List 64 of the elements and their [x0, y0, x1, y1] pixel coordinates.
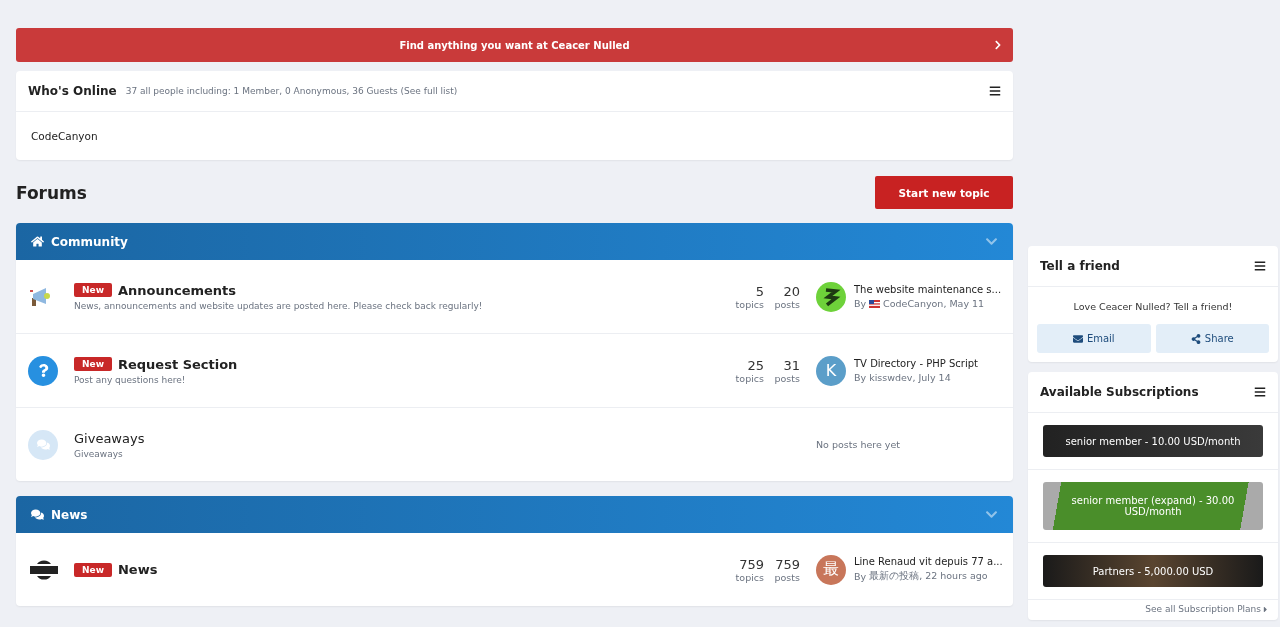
new-badge: New	[74, 357, 112, 371]
question-icon	[28, 355, 58, 386]
comments-icon	[31, 508, 44, 521]
flag-icon	[869, 299, 881, 308]
email-button[interactable]: Email	[1037, 324, 1151, 353]
new-badge: New	[74, 283, 112, 297]
card-title: Tell a friend	[1040, 259, 1120, 273]
card-title: Available Subscriptions	[1040, 385, 1199, 399]
last-post-meta[interactable]: CodeCanyon, May 11	[883, 298, 985, 309]
page-title: Forums	[16, 182, 87, 203]
category-header[interactable]: News	[16, 496, 1013, 533]
by-label: By	[854, 372, 867, 383]
topic-count: 759	[739, 556, 764, 572]
empty-note: No posts here yet	[816, 439, 902, 450]
menu-icon[interactable]	[989, 85, 1001, 97]
forum-description: Post any questions here!	[74, 374, 187, 385]
post-count: 759	[775, 556, 800, 572]
email-icon	[1072, 333, 1083, 344]
forum-title[interactable]: Announcements	[117, 282, 237, 298]
menu-icon[interactable]	[1254, 386, 1266, 398]
avatar-icon[interactable]	[816, 281, 846, 312]
menu-icon[interactable]	[1254, 260, 1266, 272]
caret-right-icon	[1261, 604, 1270, 614]
forum-description: Giveaways	[74, 448, 124, 459]
plan-banner[interactable]: Partners - 5,000.00 USD	[1043, 555, 1263, 587]
by-label: By	[853, 298, 867, 309]
category-header[interactable]: Community	[16, 223, 1013, 260]
home-icon	[31, 235, 44, 248]
post-count: 31	[783, 357, 800, 373]
last-post-title[interactable]: TV Directory - PHP Script	[854, 358, 978, 369]
forum-description: News, announcements and website updates are posted here. Please check back regularly!	[74, 300, 484, 311]
post-count: 20	[783, 283, 800, 299]
topic-count: 25	[747, 357, 764, 373]
stat-label: posts	[774, 298, 800, 310]
share-button[interactable]: Share	[1155, 324, 1269, 353]
online-summary: 37 all people including: 1 Member, 0 Anonymous, 36 Guests (See full list)	[125, 86, 459, 96]
member-link[interactable]: CodeCanyon	[31, 130, 98, 142]
stat-label: posts	[774, 571, 800, 583]
forum-title[interactable]: Giveaways	[74, 430, 145, 446]
forum-title[interactable]: News	[117, 562, 158, 577]
stat-label: topics	[735, 372, 764, 384]
new-badge: New	[74, 562, 112, 577]
promo-banner[interactable]: Find anything you want at Ceacer Nulled	[16, 28, 1013, 62]
last-post-title[interactable]: Line Renaud vit depuis 77 a...	[854, 556, 1001, 567]
see-all-link[interactable]: See all Subscription Plans	[1028, 600, 1278, 620]
chat-icon	[28, 429, 58, 460]
start-topic-button[interactable]: Start new topic	[875, 176, 1013, 209]
plan-banner[interactable]: senior member (expand) - 30.00 USD/month	[1043, 482, 1263, 530]
by-label: By	[854, 571, 867, 582]
share-icon	[1190, 333, 1201, 344]
category-title: News	[51, 507, 88, 522]
last-post-meta[interactable]: 最新の投稿, 22 hours ago	[869, 570, 988, 583]
tell-friend-text: Love Ceacer Nulled? Tell a friend!	[1072, 300, 1234, 314]
last-post-meta[interactable]: kisswdev, July 14	[869, 372, 951, 383]
last-post-title[interactable]: The website maintenance s...	[853, 284, 1001, 295]
stat-label: posts	[774, 372, 800, 384]
category-title: Community	[51, 234, 128, 249]
plan-banner[interactable]: senior member - 10.00 USD/month	[1043, 425, 1263, 457]
stat-label: topics	[735, 571, 764, 583]
card-title: Who's Online	[28, 84, 117, 98]
topic-count: 5	[755, 283, 764, 299]
chevron-right-icon	[993, 40, 1003, 50]
forum-title[interactable]: Request Section	[117, 356, 238, 372]
stat-label: topics	[735, 298, 764, 310]
